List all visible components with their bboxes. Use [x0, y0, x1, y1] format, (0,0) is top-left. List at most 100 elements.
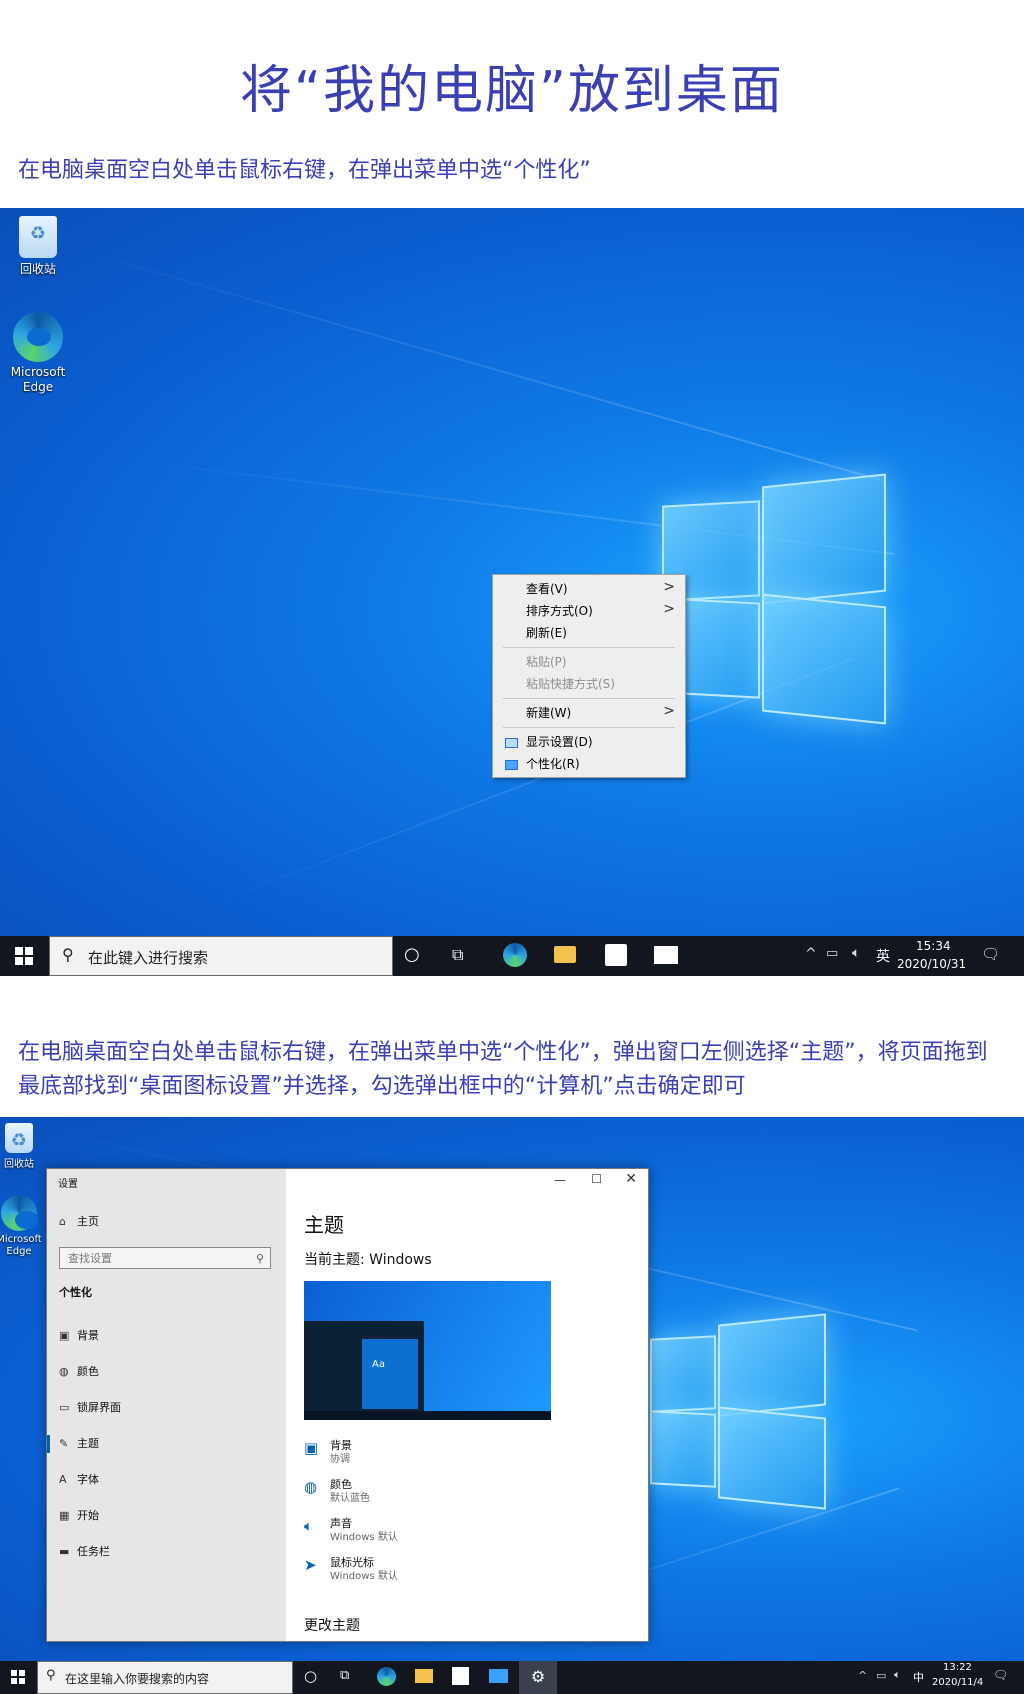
menu-item-paste: 粘贴(P) [526, 652, 567, 672]
search-icon: ⚲ [46, 1668, 56, 1683]
item-title: 颜色 [330, 1478, 352, 1491]
ime-indicator[interactable]: 英 [876, 946, 890, 966]
menu-item-view[interactable]: 查看(V) [526, 579, 568, 599]
start-button[interactable] [15, 947, 33, 965]
notification-icon[interactable]: 🗨︎ [981, 945, 1000, 963]
mail-icon[interactable] [654, 946, 678, 964]
nav-item-lock-screen[interactable]: ▭ 锁屏界面 [59, 1399, 121, 1417]
settings-content: — ☐ ✕ 主题 当前主题: Windows Aa ▣ 背景 协调 ◍ 颜色 默认蓝色 … [286, 1169, 648, 1641]
nav-item-themes[interactable]: ✎ 主题 [59, 1435, 99, 1453]
menu-separator [503, 647, 675, 648]
task-view-icon[interactable]: ⧉ [340, 1668, 349, 1683]
nav-item-background[interactable]: ▣ 背景 [59, 1327, 99, 1345]
menu-item-refresh[interactable]: 刷新(E) [526, 623, 567, 643]
item-subtitle: Windows 默认 [330, 1532, 398, 1543]
edge-label: Microsoft Edge [0, 1234, 42, 1257]
menu-label: 刷新(E) [526, 626, 567, 640]
file-explorer-icon[interactable] [415, 1669, 433, 1683]
clock-date[interactable]: 2020/10/31 [897, 957, 966, 971]
recycle-bin-label: 回收站 [19, 262, 56, 276]
network-icon[interactable]: ▭ [876, 1669, 886, 1682]
search-icon: ⚲ [255, 1252, 264, 1265]
speaker-icon: 🔈︎ [304, 1517, 314, 1535]
tile-text: Aa [372, 1359, 385, 1370]
nav-item-colors[interactable]: ◍ 颜色 [59, 1363, 99, 1381]
clock-time[interactable]: 13:22 [943, 1662, 972, 1673]
ime-indicator[interactable]: 中 [913, 1669, 924, 1685]
menu-label: 查看(V) [526, 582, 568, 596]
settings-search-input[interactable]: 查找设置 ⚲ [59, 1247, 271, 1269]
task-view-icon[interactable]: ⧉ [452, 945, 463, 965]
store-icon[interactable] [605, 944, 627, 966]
cortana-icon[interactable]: ○ [304, 1667, 317, 1685]
page-title: 将“我的电脑”放到桌面 [240, 61, 784, 121]
nav-label: 主页 [77, 1215, 99, 1228]
menu-item-personalize[interactable]: 个性化(R) [526, 754, 580, 774]
mail-icon[interactable] [489, 1669, 508, 1683]
settings-gear-icon[interactable]: ⚙ [519, 1661, 557, 1694]
edge-shortcut[interactable]: Microsoft Edge [0, 312, 76, 395]
edge-icon [1, 1195, 39, 1231]
edge-shortcut[interactable]: Microsoft Edge [0, 1195, 48, 1258]
menu-label: 显示设置(D) [526, 735, 593, 749]
file-explorer-icon[interactable] [554, 946, 576, 963]
menu-label: 粘贴快捷方式(S) [526, 677, 615, 691]
nav-label: 任务栏 [77, 1545, 110, 1558]
taskbar-search-box[interactable]: ⚲ 在此键入进行搜索 [49, 936, 393, 976]
edge-taskbar-icon[interactable] [377, 1667, 396, 1686]
clock-time[interactable]: 15:34 [916, 939, 951, 953]
chevron-right-icon: > [663, 579, 675, 595]
nav-home[interactable]: ⌂ 主页 [59, 1213, 99, 1231]
minimize-button[interactable]: — [554, 1173, 566, 1187]
taskbar: ⚲ 在此键入进行搜索 ○ ⧉ ^ ▭ 🔈︎ 英 15:34 2020/10/31… [0, 936, 1024, 976]
menu-item-new[interactable]: 新建(W) [526, 703, 571, 723]
cortana-icon[interactable]: ○ [404, 944, 420, 965]
recycle-bin-shortcut[interactable]: 回收站 [0, 216, 76, 277]
nav-section-heading: 个性化 [59, 1286, 92, 1299]
chevron-right-icon: > [663, 703, 675, 719]
recycle-bin-icon [19, 216, 57, 258]
display-icon [505, 738, 518, 748]
network-icon[interactable]: ▭ [826, 946, 838, 961]
volume-icon[interactable]: 🔈︎ [852, 945, 860, 961]
menu-item-display-settings[interactable]: 显示设置(D) [526, 732, 593, 752]
chevron-up-icon[interactable]: ^ [805, 946, 817, 962]
nav-label: 主题 [77, 1437, 99, 1450]
volume-icon[interactable]: 🔈︎ [894, 1668, 901, 1682]
settings-window: 设置 ⌂ 主页 查找设置 ⚲ 个性化 ▣ 背景 ◍ 颜色 ▭ 锁屏界面 ✎ 主题 A 字体 … [46, 1168, 649, 1642]
close-button[interactable]: ✕ [625, 1171, 637, 1187]
taskbar-preview [304, 1411, 551, 1420]
menu-item-paste-shortcut: 粘贴快捷方式(S) [526, 674, 615, 694]
clock-date[interactable]: 2020/11/4 [932, 1677, 983, 1688]
notification-icon[interactable]: 🗨︎ [993, 1668, 1008, 1682]
maximize-button[interactable]: ☐ [591, 1172, 602, 1186]
edge-taskbar-icon[interactable] [503, 943, 527, 967]
nav-label: 开始 [77, 1509, 99, 1522]
change-theme-heading: 更改主题 [304, 1618, 360, 1634]
settings-nav-pane: 设置 ⌂ 主页 查找设置 ⚲ 个性化 ▣ 背景 ◍ 颜色 ▭ 锁屏界面 ✎ 主题 A 字体 … [47, 1169, 286, 1641]
nav-item-taskbar[interactable]: ▬ 任务栏 [59, 1543, 110, 1561]
palette-icon: ◍ [304, 1478, 318, 1496]
item-title: 鼠标光标 [330, 1556, 374, 1569]
chevron-right-icon: > [663, 601, 675, 617]
menu-item-sort[interactable]: 排序方式(O) [526, 601, 593, 621]
edge-icon [13, 312, 63, 362]
search-placeholder: 查找设置 [68, 1252, 112, 1265]
recycle-bin-shortcut[interactable]: 回收站 [0, 1123, 48, 1172]
menu-label: 个性化(R) [526, 757, 580, 771]
chevron-up-icon[interactable]: ^ [858, 1669, 867, 1682]
menu-separator [503, 698, 675, 699]
nav-item-start[interactable]: ▦ 开始 [59, 1507, 99, 1525]
search-placeholder: 在这里输入你要搜索的内容 [65, 1672, 210, 1686]
context-menu: 查看(V) > 排序方式(O) > 刷新(E) 粘贴(P) 粘贴快捷方式(S) … [492, 574, 686, 778]
personalize-icon [505, 760, 518, 770]
item-subtitle: 协调 [330, 1454, 350, 1465]
item-title: 声音 [330, 1517, 352, 1530]
start-button[interactable] [11, 1670, 25, 1684]
store-icon[interactable] [452, 1667, 469, 1685]
item-subtitle: Windows 默认 [330, 1571, 398, 1582]
taskbar-search-box[interactable]: ⚲ 在这里输入你要搜索的内容 [37, 1661, 293, 1694]
nav-item-fonts[interactable]: A 字体 [59, 1471, 99, 1489]
desktop-screenshot-1[interactable]: 回收站 Microsoft Edge 查看(V) > 排序方式(O) > 刷新(… [0, 208, 1024, 936]
search-placeholder: 在此键入进行搜索 [88, 949, 209, 967]
